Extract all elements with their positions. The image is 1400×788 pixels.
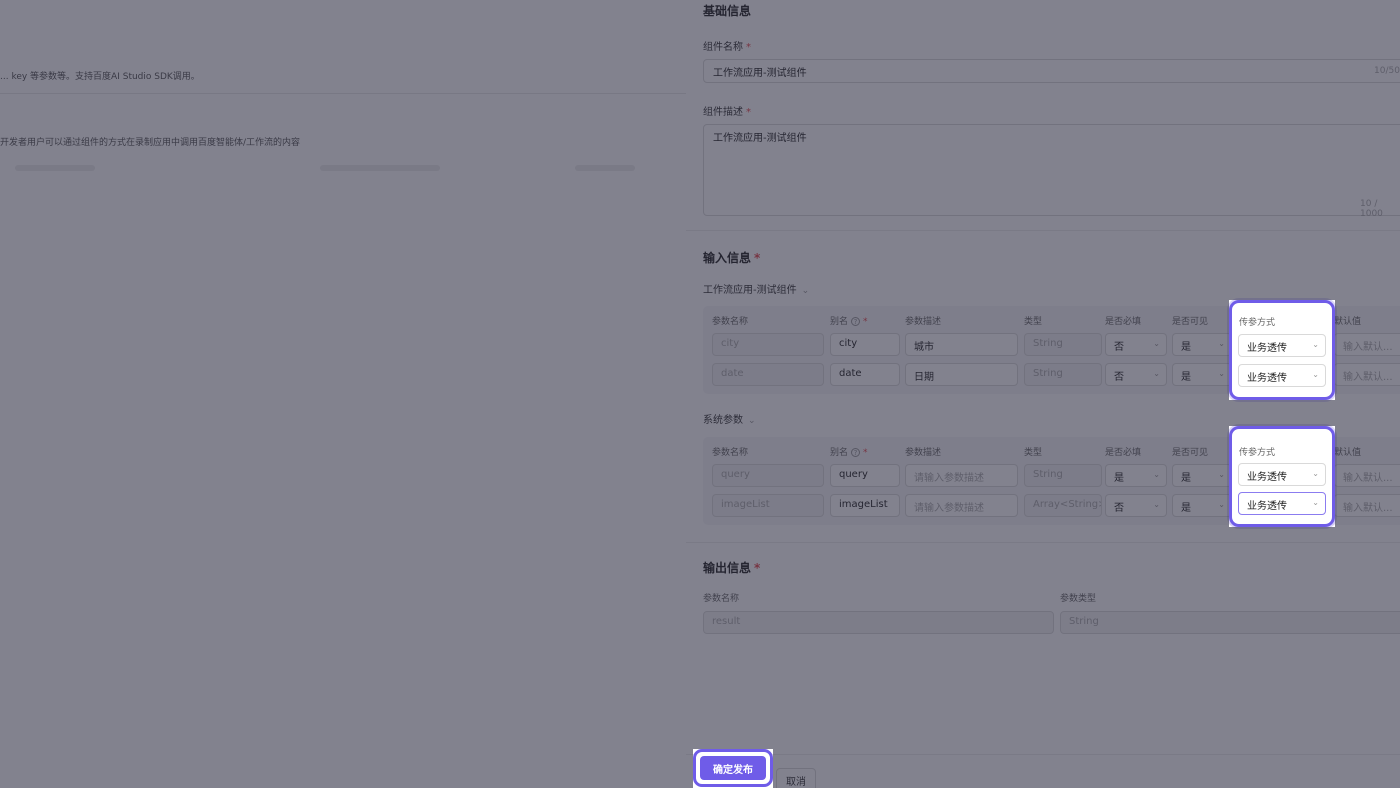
- header-pass-mode: 传参方式: [1239, 318, 1276, 328]
- visible-select[interactable]: 是 ⌄: [1172, 333, 1232, 356]
- param-name-cell: imageList: [712, 494, 824, 517]
- background-divider: [0, 93, 686, 94]
- pass-mode-select[interactable]: 业务透传 ⌄: [1238, 492, 1326, 515]
- chevron-down-icon: ⌄: [1218, 339, 1225, 348]
- output-info-title: 输出信息 *: [703, 561, 761, 575]
- header-visible: 是否可见: [1172, 317, 1209, 327]
- alias-input[interactable]: date: [830, 363, 900, 386]
- required-select[interactable]: 否 ⌄: [1105, 494, 1167, 517]
- chevron-down-icon: ⌄: [1312, 370, 1319, 379]
- alias-input[interactable]: query: [830, 464, 900, 487]
- confirm-publish-button[interactable]: 确定发布: [700, 756, 766, 780]
- chevron-down-icon: ⌄: [1312, 340, 1319, 349]
- cancel-button[interactable]: 取消: [776, 768, 816, 788]
- param-desc-input[interactable]: 请输入参数描述: [905, 494, 1018, 517]
- chevron-down-icon: ⌄: [1218, 500, 1225, 509]
- param-desc-input[interactable]: 请输入参数描述: [905, 464, 1018, 487]
- chevron-down-icon: ⌄: [1312, 498, 1319, 507]
- background-placeholder-bar: [15, 165, 95, 171]
- param-name-cell: date: [712, 363, 824, 386]
- help-icon[interactable]: ?: [851, 448, 861, 457]
- component-desc-label: 组件描述 *: [703, 107, 751, 118]
- chevron-down-icon: ⌄: [1153, 339, 1160, 348]
- required-select[interactable]: 否 ⌄: [1105, 363, 1167, 386]
- default-value-input[interactable]: 输入默认...: [1334, 333, 1400, 356]
- chevron-down-icon: ⌄: [1312, 469, 1319, 478]
- param-desc-input[interactable]: 城市: [905, 333, 1018, 356]
- group-system-params-toggle[interactable]: 系统参数 ⌄: [703, 411, 756, 426]
- section-divider: [686, 230, 1400, 231]
- output-param-type-label: 参数类型: [1060, 594, 1097, 604]
- publish-button-highlight: 确定发布: [693, 749, 773, 787]
- type-cell: String: [1024, 363, 1102, 386]
- header-type: 类型: [1024, 317, 1043, 327]
- default-value-input[interactable]: 输入默认...: [1334, 363, 1400, 386]
- group-workflow-toggle[interactable]: 工作流应用-测试组件 ⌄: [703, 281, 809, 296]
- background-placeholder-bar: [320, 165, 440, 171]
- param-name-cell: query: [712, 464, 824, 487]
- background-page: ... key 等参数等。支持百度AI Studio SDK调用。 开发者用户可…: [0, 0, 686, 788]
- header-pass-mode: 传参方式: [1239, 448, 1276, 458]
- component-name-counter: 10/50: [1374, 66, 1400, 76]
- header-alias: 别名? *: [830, 448, 868, 458]
- pass-mode-highlight: 传参方式 业务透传 ⌄ 业务透传 ⌄: [1229, 300, 1335, 400]
- param-desc-input[interactable]: 日期: [905, 363, 1018, 386]
- chevron-down-icon: ⌄: [1153, 369, 1160, 378]
- component-desc-textarea[interactable]: 工作流应用-测试组件: [703, 124, 1400, 216]
- chevron-down-icon: ⌄: [1153, 500, 1160, 509]
- header-required: 是否必填: [1105, 448, 1142, 458]
- visible-select[interactable]: 是 ⌄: [1172, 464, 1232, 487]
- alias-input[interactable]: imageList: [830, 494, 900, 517]
- pass-mode-highlight: 传参方式 业务透传 ⌄ 业务透传 ⌄: [1229, 426, 1335, 527]
- chevron-down-icon: ⌄: [1218, 369, 1225, 378]
- component-name-input[interactable]: 工作流应用-测试组件: [703, 59, 1400, 83]
- input-info-title: 输入信息 *: [703, 251, 761, 265]
- default-value-input[interactable]: 输入默认...: [1334, 464, 1400, 487]
- section-divider: [686, 542, 1400, 543]
- help-icon[interactable]: ?: [851, 317, 861, 326]
- component-name-label: 组件名称 *: [703, 42, 751, 53]
- visible-select[interactable]: 是 ⌄: [1172, 363, 1232, 386]
- header-visible: 是否可见: [1172, 448, 1209, 458]
- chevron-down-icon: ⌄: [1153, 470, 1160, 479]
- header-default: 默认值: [1334, 317, 1362, 327]
- pass-mode-select[interactable]: 业务透传 ⌄: [1238, 364, 1326, 387]
- header-param-desc: 参数描述: [905, 317, 942, 327]
- output-param-name-field: result: [703, 611, 1054, 634]
- output-param-type-field: String: [1060, 611, 1400, 634]
- type-cell: String: [1024, 333, 1102, 356]
- type-cell: String: [1024, 464, 1102, 487]
- output-param-name-label: 参数名称: [703, 594, 740, 604]
- header-param-name: 参数名称: [712, 448, 749, 458]
- background-text-1: ... key 等参数等。支持百度AI Studio SDK调用。: [0, 72, 200, 82]
- pass-mode-select[interactable]: 业务透传 ⌄: [1238, 463, 1326, 486]
- chevron-down-icon: ⌄: [748, 416, 756, 426]
- component-desc-counter: 10 / 1000: [1360, 199, 1383, 219]
- basic-info-title: 基础信息: [703, 4, 752, 18]
- default-value-input[interactable]: 输入默认...: [1334, 494, 1400, 517]
- required-select[interactable]: 否 ⌄: [1105, 333, 1167, 356]
- publish-component-drawer: 基础信息 组件名称 * 工作流应用-测试组件 10/50 组件描述 * 工作流应用-…: [686, 0, 1400, 788]
- header-alias: 别名? *: [830, 317, 868, 327]
- param-name-cell: city: [712, 333, 824, 356]
- required-select[interactable]: 是 ⌄: [1105, 464, 1167, 487]
- background-text-2: 开发者用户可以通过组件的方式在录制应用中调用百度智能体/工作流的内容: [0, 138, 301, 148]
- header-default: 默认值: [1334, 448, 1362, 458]
- pass-mode-select[interactable]: 业务透传 ⌄: [1238, 334, 1326, 357]
- background-placeholder-bar: [575, 165, 635, 171]
- header-param-name: 参数名称: [712, 317, 749, 327]
- type-cell: Array<String>: [1024, 494, 1102, 517]
- chevron-down-icon: ⌄: [1218, 470, 1225, 479]
- footer-divider: [686, 754, 1400, 755]
- header-required: 是否必填: [1105, 317, 1142, 327]
- alias-input[interactable]: city: [830, 333, 900, 356]
- header-param-desc: 参数描述: [905, 448, 942, 458]
- chevron-down-icon: ⌄: [801, 286, 810, 296]
- header-type: 类型: [1024, 448, 1043, 458]
- visible-select[interactable]: 是 ⌄: [1172, 494, 1232, 517]
